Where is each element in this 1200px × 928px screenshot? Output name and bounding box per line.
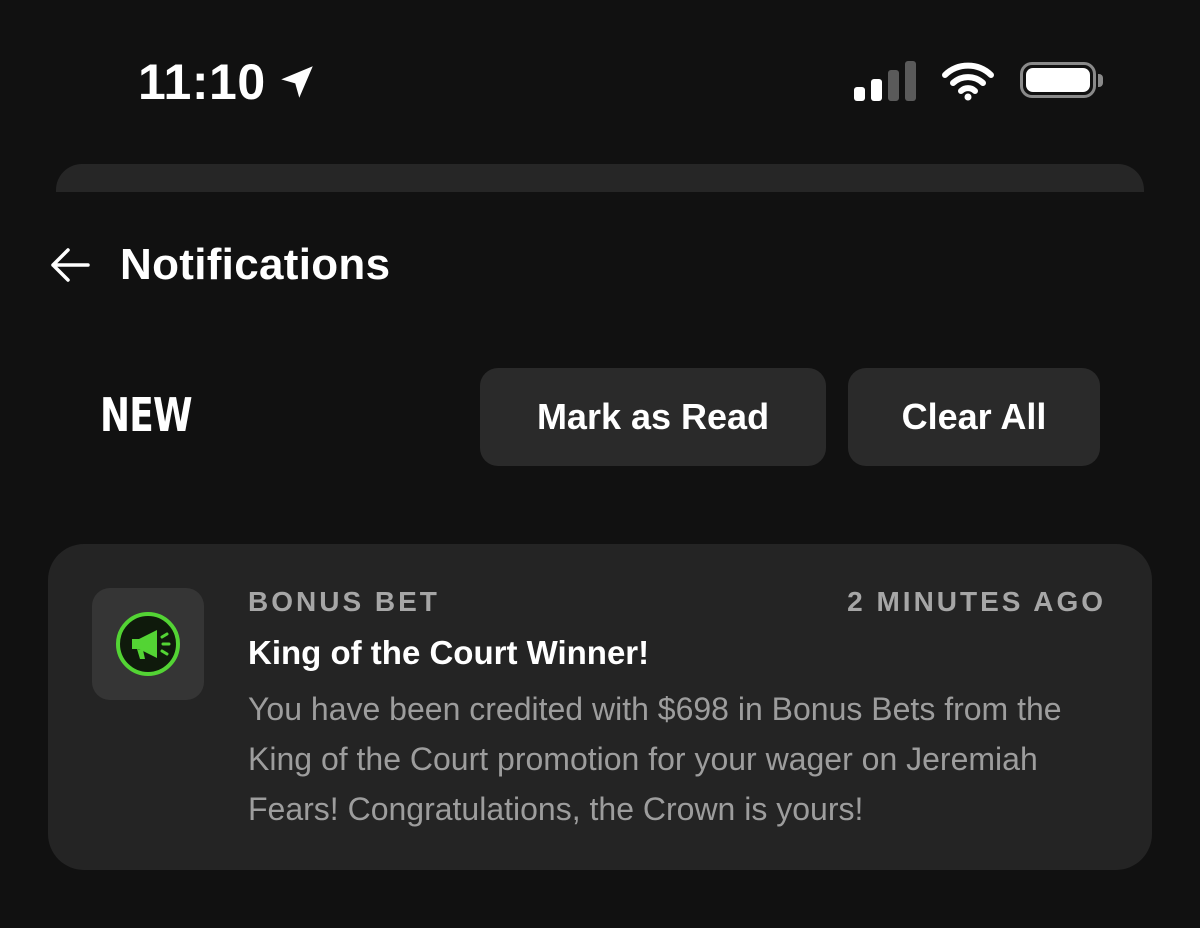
section-label-new: NEW — [100, 388, 193, 442]
megaphone-icon — [116, 612, 180, 676]
clear-all-button[interactable]: Clear All — [848, 368, 1100, 466]
location-arrow-icon — [280, 66, 313, 98]
status-bar-indicators — [854, 56, 1103, 106]
back-arrow-icon[interactable] — [46, 241, 94, 289]
battery-icon — [1020, 62, 1103, 100]
notification-body: You have been credited with $698 in Bonu… — [248, 691, 1062, 827]
mark-as-read-button[interactable]: Mark as Read — [480, 368, 826, 466]
wifi-icon — [942, 62, 994, 101]
status-bar-time: 11:10 — [138, 50, 318, 114]
page-title: Notifications — [120, 240, 391, 289]
page-header: Notifications — [46, 232, 390, 298]
notification-timestamp: 2 MINUTES AGO — [847, 586, 1106, 617]
notification-category: BONUS BET — [248, 586, 440, 617]
clock-text: 11:10 — [138, 54, 266, 110]
notification-icon-tile — [92, 588, 204, 700]
sheet-edge — [56, 164, 1144, 192]
cellular-signal-icon — [854, 61, 916, 101]
notification-title: King of the Court Winner! — [248, 634, 650, 671]
notification-card[interactable]: BONUS BET 2 MINUTES AGO King of the Cour… — [48, 544, 1152, 870]
